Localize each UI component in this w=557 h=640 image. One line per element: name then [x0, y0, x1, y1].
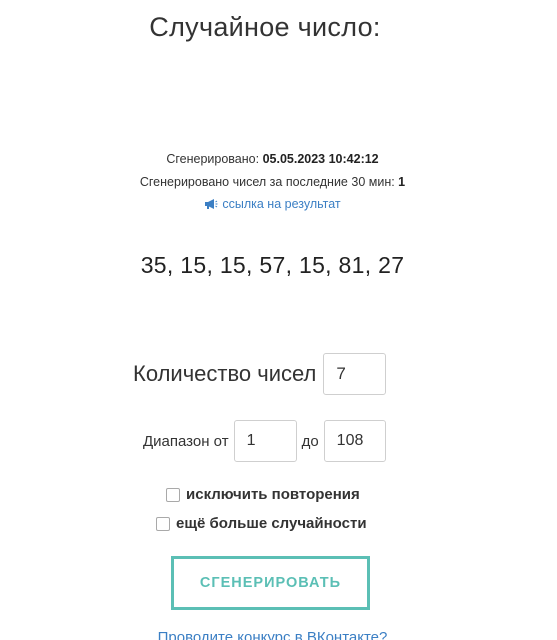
exclude-repeats-label: исключить повторения — [186, 486, 360, 503]
generate-button[interactable]: СГЕНЕРИРОВАТЬ — [171, 556, 370, 610]
vk-contest-link[interactable]: Проводите конкурс в ВКонтакте? — [0, 629, 545, 640]
more-random-label: ещё больше случайности — [176, 515, 367, 532]
range-to-input[interactable] — [323, 420, 386, 462]
result-link-label: ссылка на результат — [222, 197, 341, 211]
generated-label: Сгенерировано: — [166, 152, 263, 166]
range-from-label: Диапазон от — [143, 432, 229, 450]
generated-timestamp: Сгенерировано: 05.05.2023 10:42:12 — [0, 152, 545, 166]
megaphone-icon — [204, 198, 218, 213]
generated-count-value: 1 — [398, 175, 406, 189]
range-from-input[interactable] — [233, 420, 297, 462]
exclude-repeats-box[interactable] — [166, 487, 180, 502]
range-to-label: до — [301, 432, 319, 450]
generated-value: 05.05.2023 10:42:12 — [262, 152, 379, 166]
generated-count-label: Сгенерировано чисел за последние 30 мин: — [139, 175, 399, 189]
count-label: Количество чисел — [133, 361, 317, 386]
more-random-box[interactable] — [156, 516, 170, 531]
result-link[interactable]: ссылка на результат — [0, 197, 545, 213]
random-number-page: Случайное число: Сгенерировано: 05.05.20… — [0, 0, 557, 640]
page-title: Случайное число: — [149, 12, 381, 42]
range-row: Диапазон от до — [143, 420, 386, 462]
result-numbers: 35, 15, 15, 57, 15, 81, 27 — [140, 252, 405, 278]
count-input[interactable] — [323, 353, 387, 395]
count-row: Количество чисел — [133, 353, 387, 395]
more-random-checkbox[interactable]: ещё больше случайности — [156, 515, 367, 532]
generated-count: Сгенерировано чисел за последние 30 мин:… — [0, 175, 545, 189]
exclude-repeats-checkbox[interactable]: исключить повторения — [166, 486, 360, 503]
